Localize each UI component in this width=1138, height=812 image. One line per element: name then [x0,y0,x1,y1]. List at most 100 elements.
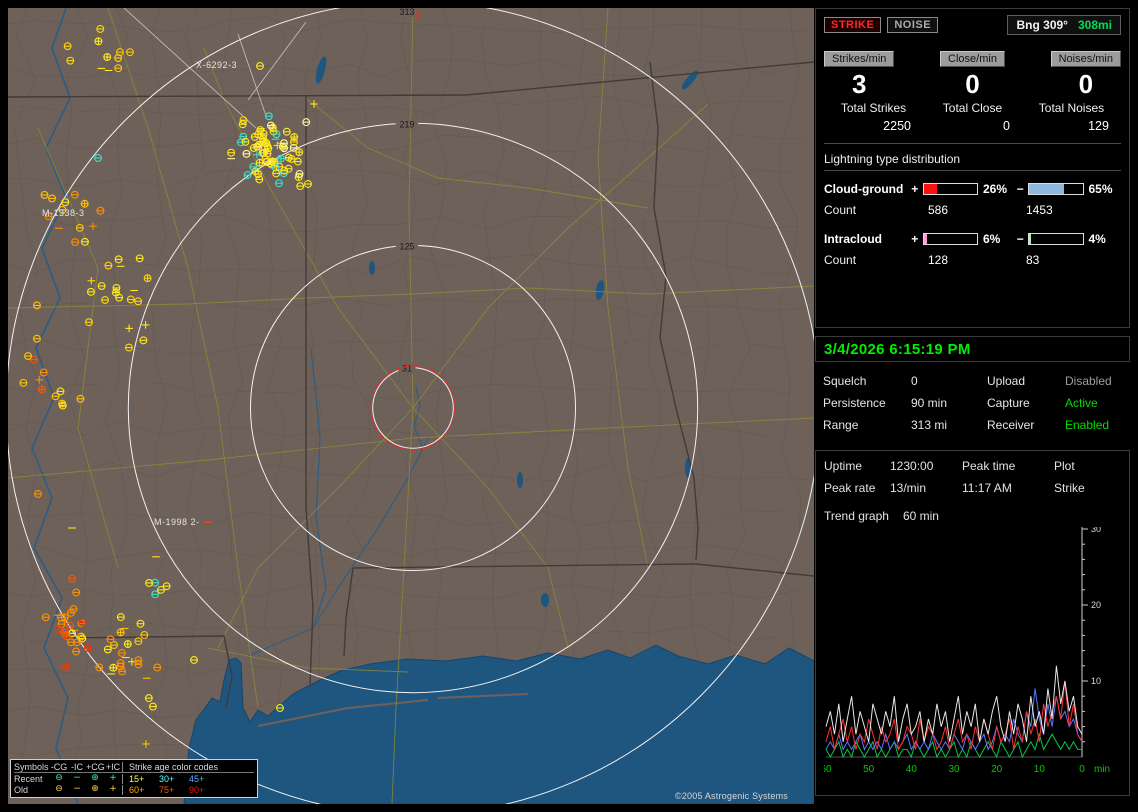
capture-label: Capture [987,396,1030,410]
storm-track-label: M-1998 2- [154,517,200,527]
plot-value: Strike [1054,481,1085,495]
ic-minus-count: 83 [1026,253,1040,267]
strike-button[interactable]: STRIKE [824,17,882,33]
cg-minus-bar [1028,183,1084,195]
copyright-credit: ©2005 Astrogenic Systems [675,791,788,801]
ic-minus-bar [1028,233,1084,245]
trend-y-tick: 20 [1091,600,1101,610]
total-close-value: 0 [1003,119,1010,133]
total-strikes-value: 2250 [883,119,911,133]
distance-value: 308mi [1077,18,1112,32]
strike-symbol [80,199,89,208]
cg-minus-count: 1453 [1026,203,1053,217]
noises-per-min: Noises/min 0 [1050,51,1121,99]
cg-plus-count: 586 [928,203,949,217]
age-75: 75+ [159,784,175,795]
range-ring-label: 313 [399,8,414,17]
noises-per-min-chip[interactable]: Noises/min [1050,51,1121,67]
legend-symbols-title: Symbols [14,761,49,772]
total-noises-value: 129 [1088,119,1109,133]
uptime-grid: Uptime 1230:00 Peak time Plot Peak rate … [824,459,1121,495]
top-toolbar: STRIKE NOISE Bng 309° 308mi [824,15,1121,35]
range-value: 313 mi [911,418,948,432]
cg-minus-pct: 65% [1088,182,1113,196]
bearing-readout: Bng 309° 308mi [1007,15,1121,35]
trend-x-tick: 60 [824,764,832,775]
peak-time-value: 11:17 AM [962,481,1012,495]
legend-age-title: Strike age color codes [122,761,254,772]
range-label: Range [823,418,859,432]
strike-symbol [94,37,103,46]
intracloud-row: Intracloud + 6% − 4% [824,229,1121,249]
datetime-value: 3/4/2026 6:15:19 PM [824,340,971,358]
trend-series-noises [825,732,1082,759]
strike-symbol [103,53,112,62]
legend-col-pos-ic: +IC [105,761,121,772]
distribution-title: Lightning type distribution [824,150,1121,171]
map-canvas[interactable]: 313 219 125 31 X-6292-3 M-1338-3 M-1998 2- [8,8,814,804]
strikes-per-min-chip[interactable]: Strikes/min [824,51,895,67]
total-strikes: Total Strikes 2250 [824,101,923,133]
trend-x-tick: 10 [1034,764,1046,775]
neg-cg-icon: ⊖ [55,773,63,783]
trend-y-tick: 10 [1091,676,1101,686]
totals-row: Total Strikes 2250 Total Close 0 Total N… [824,101,1121,133]
age-45: 45+ [189,773,205,784]
noise-button[interactable]: NOISE [887,17,939,33]
ic-plus-pct: 6% [983,232,1001,246]
legend-recent-label: Recent [14,773,43,784]
ic-plus-bar [922,233,978,245]
cloud-ground-row: Cloud-ground + 26% − 65% [824,179,1121,199]
trend-x-tick: 0 [1079,764,1085,775]
total-noises: Total Noises 129 [1022,101,1121,133]
ic-minus-pct: 4% [1088,232,1106,246]
age-15: 15+ [129,773,145,784]
minus-sign: − [1016,182,1024,196]
lake-seminole [541,593,549,607]
strike-symbol [62,662,70,671]
plus-sign: + [911,232,919,246]
strike-symbol [116,628,125,637]
receiver-value: Enabled [1065,418,1110,432]
cloud-ground-counts: Count 586 1453 [824,203,1053,217]
divider [824,143,1121,144]
status-panel: STRIKE NOISE Bng 309° 308mi Strikes/min … [815,8,1130,804]
lake-west-point [517,472,523,488]
neg-cg-icon: ⊖ [55,784,63,794]
strike-symbol [83,644,92,653]
range-ring-label: 125 [399,242,414,252]
trend-x-unit: min [1094,764,1110,775]
range-ring-label: 219 [399,119,414,129]
legend-old-row: Old ⊖ − ⊕ + 60+ 75+ 90+ [14,784,254,795]
minus-sign: − [1016,232,1024,246]
age-90: 90+ [189,784,205,795]
trend-graph-label: Trend graph [824,509,889,523]
close-per-min: Close/min 0 [940,51,1005,99]
storm-track-label: M-1338-3 [42,208,85,218]
upload-value: Disabled [1065,374,1112,388]
uptime-value: 1230:00 [890,459,934,473]
intracloud-counts: Count 128 83 [824,253,1040,267]
strike-stats-section: STRIKE NOISE Bng 309° 308mi Strikes/min … [815,8,1130,328]
total-close: Total Close 0 [923,101,1022,133]
age-30: 30+ [159,773,175,784]
trend-window-value: 60 min [902,509,939,523]
persistence-value: 90 min [911,396,948,410]
datetime-box: 3/4/2026 6:15:19 PM [815,336,1130,362]
lake-smith [369,261,375,275]
strike-symbol [38,385,46,394]
legend-recent-row: Recent ⊖ − ⊕ + 15+ 30+ 45+ [14,773,254,784]
peak-rate-label: Peak rate [824,481,876,495]
squelch-value: 0 [911,374,918,388]
strikes-per-min-value: 3 [851,69,867,99]
trend-x-tick: 20 [991,764,1003,775]
plus-sign: + [911,182,919,196]
lightning-map[interactable]: 313 219 125 31 X-6292-3 M-1338-3 M-1998 2- Sy… [8,8,814,804]
close-per-min-chip[interactable]: Close/min [940,51,1005,67]
trend-x-tick: 30 [948,764,960,775]
range-ring-label: 31 [402,364,412,374]
legend-col-neg-ic: -IC [71,761,83,772]
rates-row: Strikes/min 3 Close/min 0 Noises/min 0 [824,51,1121,99]
trend-y-tick: 30 [1091,527,1101,534]
noises-per-min-value: 0 [1078,69,1094,99]
